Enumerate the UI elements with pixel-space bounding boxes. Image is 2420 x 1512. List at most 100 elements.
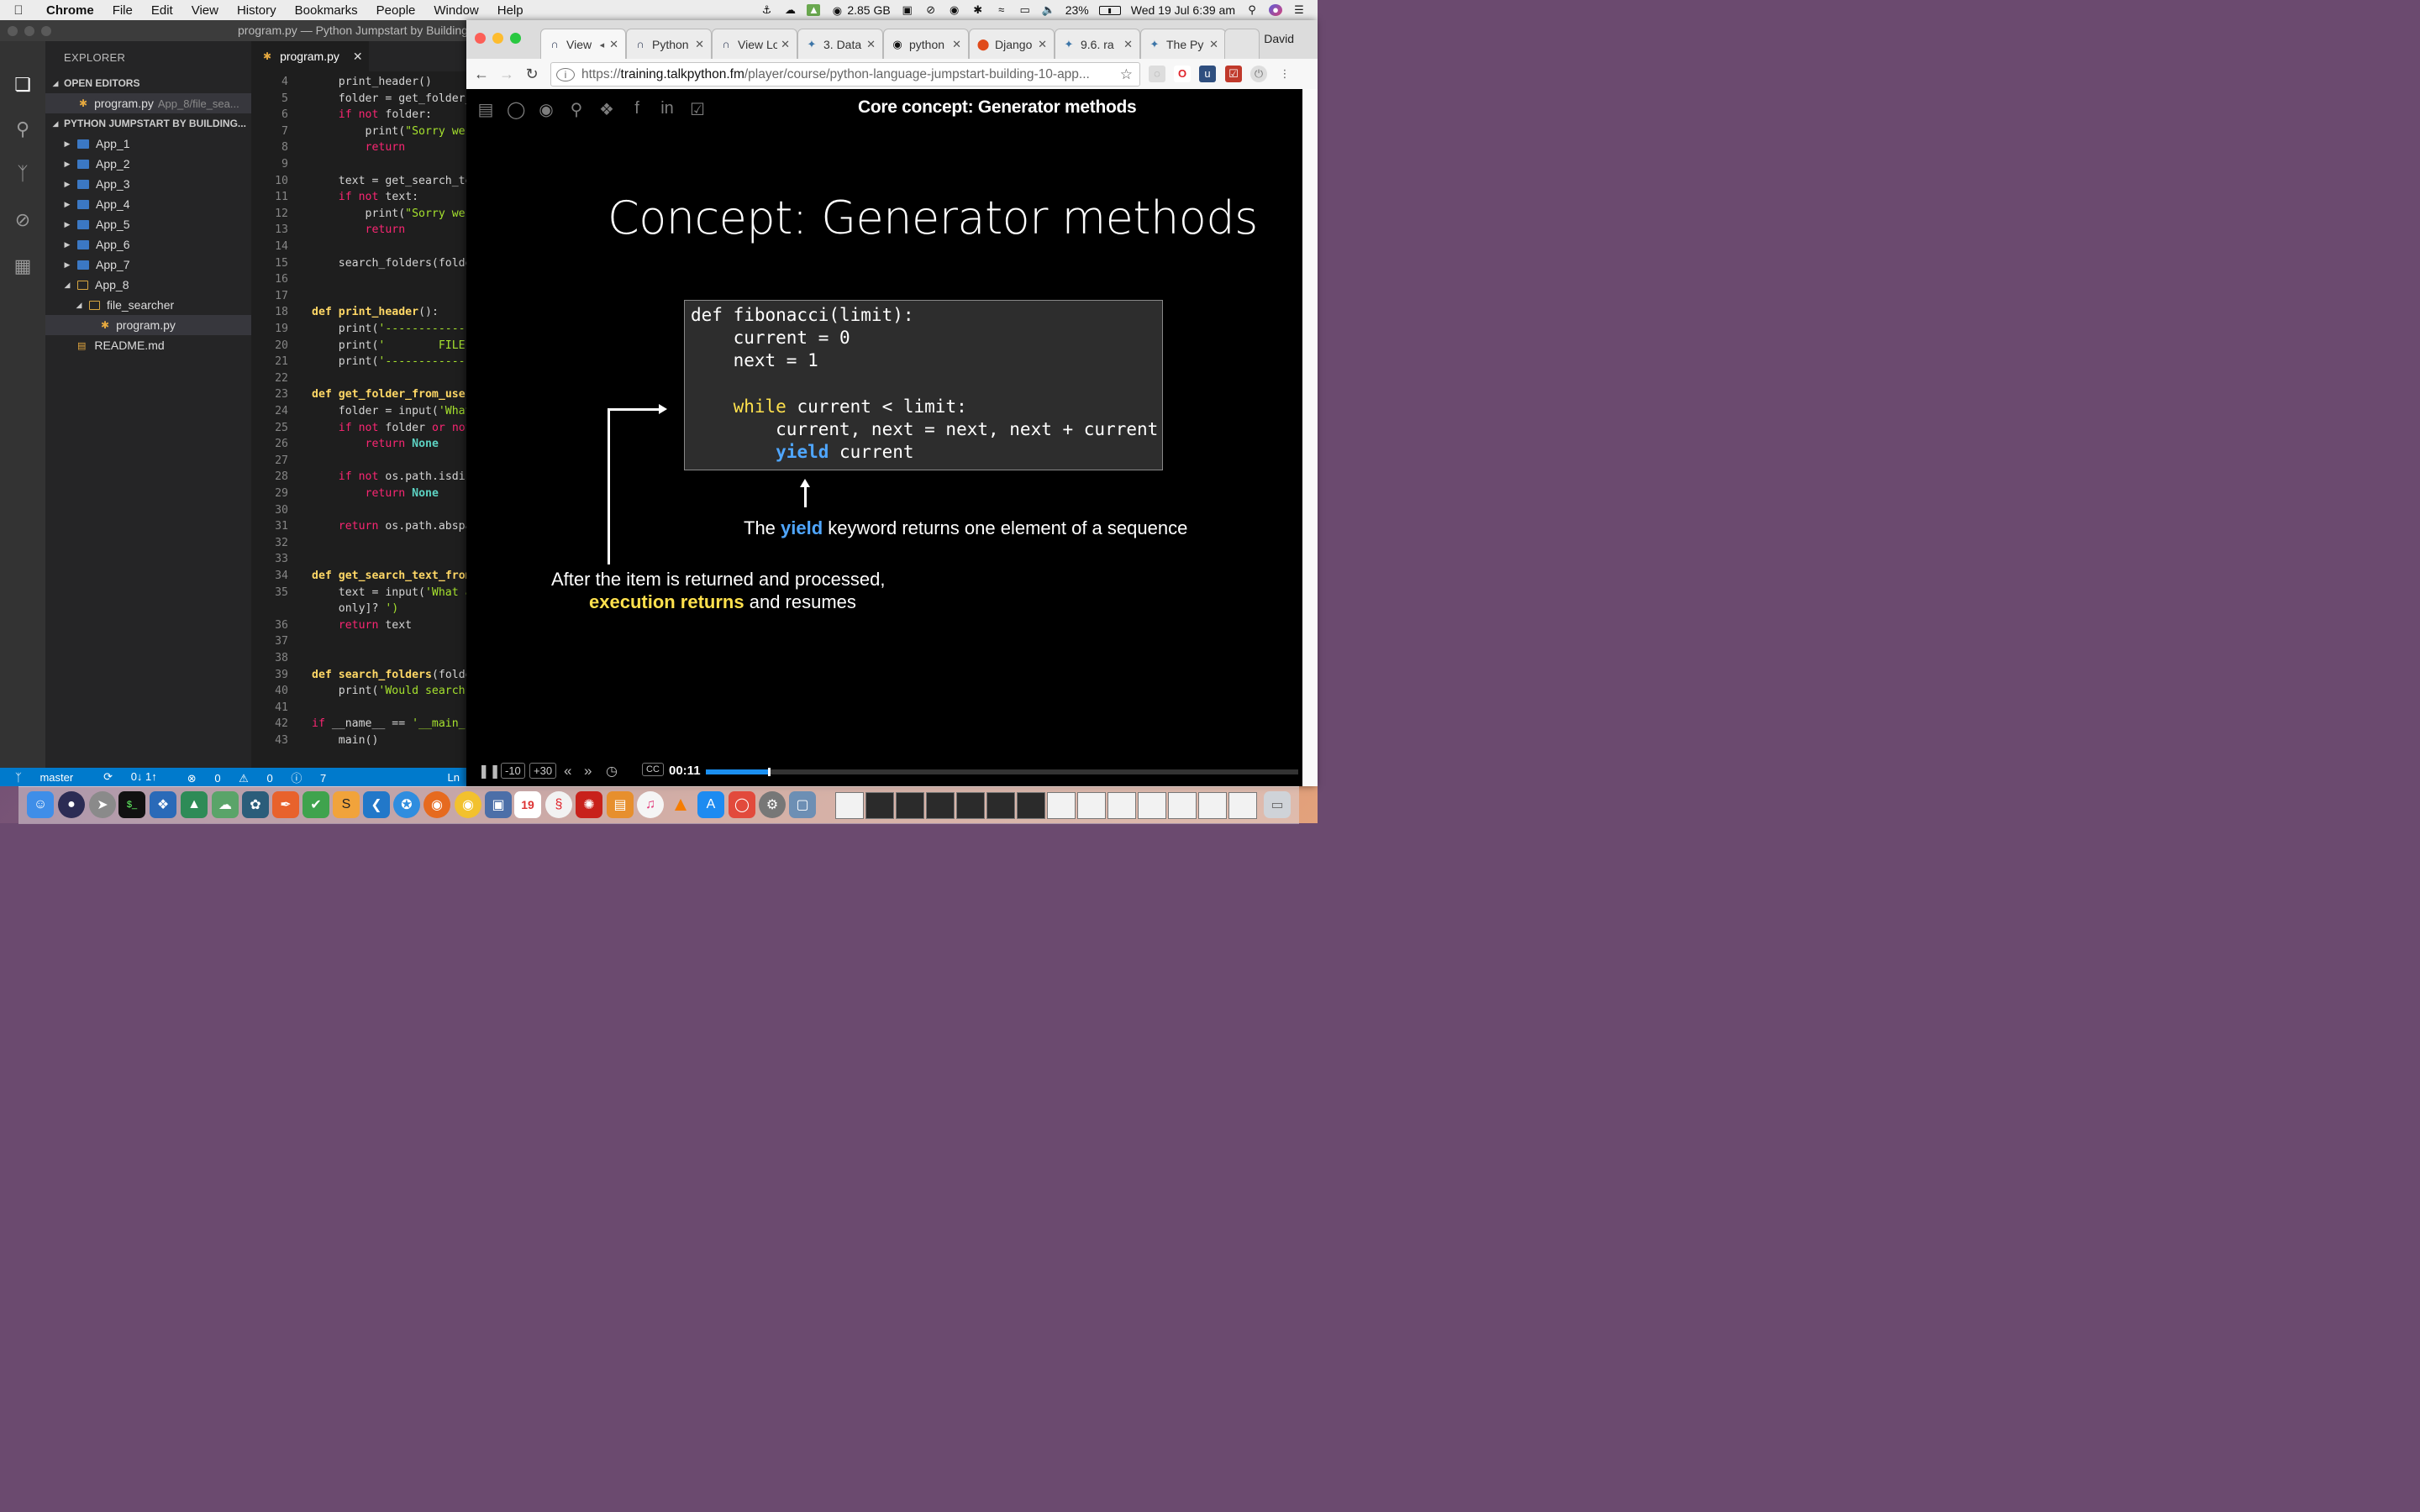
apple-menu-icon[interactable]:  [0, 3, 37, 18]
power-icon[interactable]: ⏻ [1250, 66, 1267, 82]
battery-percentage[interactable]: 23% [1065, 3, 1089, 17]
linkedin-icon[interactable]: in [658, 99, 676, 120]
browser-tab[interactable]: ⬤ Django ✕ [969, 29, 1055, 60]
back-arrow-icon[interactable]: ← [471, 64, 492, 84]
cloud-icon[interactable]: ☁ [783, 4, 797, 16]
minimized-window-thumb[interactable] [1077, 792, 1106, 819]
video-player[interactable]: ▤ ◯ ◉ ⚲ ❖ f in ☑ Core concept: Generator… [466, 89, 1302, 786]
audio-playing-icon[interactable]: ◂ [600, 39, 605, 50]
minimized-window-thumb[interactable] [926, 792, 955, 819]
launchpad-icon[interactable]: ➤ [89, 791, 116, 818]
search-icon[interactable]: ⚲ [567, 99, 586, 120]
twitter-icon[interactable]: ❖ [597, 99, 616, 120]
chat-icon[interactable]: ◯ [507, 99, 525, 120]
reload-icon[interactable]: ↻ [522, 64, 542, 84]
close-tab-icon[interactable]: ✕ [695, 38, 704, 51]
minimized-window-thumb[interactable] [896, 792, 924, 819]
file-program-py[interactable]: ✱ program.py [45, 315, 251, 335]
shield-icon[interactable]: ▣ [901, 4, 914, 16]
screenshot-app-icon[interactable]: ▢ [789, 791, 816, 818]
new-tab-button[interactable] [1224, 29, 1260, 60]
memory-monitor[interactable]: ◉ 2.85 GB [830, 3, 891, 17]
folder-app-3[interactable]: ▶ App_3 [45, 174, 251, 194]
cursor-position[interactable]: Ln [440, 771, 467, 784]
menu-history[interactable]: History [228, 3, 286, 18]
menu-view[interactable]: View [182, 3, 228, 18]
close-tab-icon[interactable]: ✕ [952, 38, 961, 51]
opera-icon[interactable]: O [1174, 66, 1191, 82]
pen-app-icon[interactable]: ✒ [272, 791, 299, 818]
minimize-window-button[interactable] [24, 25, 34, 36]
scrivener-icon[interactable]: § [545, 791, 572, 818]
close-window-button[interactable] [475, 33, 486, 44]
browser-tab[interactable]: ∩ View ◂ ✕ [540, 29, 626, 60]
messages-icon[interactable]: ☁ [212, 791, 239, 818]
github-icon[interactable]: ◉ [537, 99, 555, 120]
menubar-clock[interactable]: Wed 19 Jul 6:39 am [1131, 3, 1235, 17]
folder-app-5[interactable]: ▶ App_5 [45, 214, 251, 234]
folder-app-4[interactable]: ▶ App_4 [45, 194, 251, 214]
system-preferences-icon[interactable]: ⚙ [759, 791, 786, 818]
close-tab-icon[interactable]: ✕ [1209, 38, 1218, 51]
close-tab-icon[interactable]: ✕ [353, 50, 363, 64]
progress-handle[interactable] [767, 768, 771, 776]
zoom-window-button[interactable] [41, 25, 51, 36]
browser-tab[interactable]: ∩ View Lo ✕ [712, 29, 797, 60]
folder-app-2[interactable]: ▶ App_2 [45, 154, 251, 174]
preview-icon[interactable]: ▣ [485, 791, 512, 818]
folder-file-searcher[interactable]: ◢ file_searcher [45, 295, 251, 315]
facebook-icon[interactable]: f [628, 99, 646, 120]
git-branch[interactable]: ᛉ master [0, 771, 88, 784]
code-editor[interactable]: 4 print_header() 5 folder = get_folder_ 6 … [251, 71, 467, 768]
calendar-icon[interactable]: 19 [514, 791, 541, 818]
minimized-window-thumb[interactable] [1047, 792, 1076, 819]
bookmark-star-icon[interactable]: ☆ [1120, 66, 1133, 83]
forward-button[interactable]: +30 [529, 763, 557, 779]
siri-icon[interactable]: ● [1269, 4, 1282, 16]
close-tab-icon[interactable]: ✕ [781, 38, 790, 51]
menu-help[interactable]: Help [488, 3, 533, 18]
problems-summary[interactable]: ⊗ 0 ⚠ 0 ⓘ 7 [172, 769, 341, 785]
todoist-icon[interactable]: ☑ [1225, 66, 1242, 82]
open-editor-item[interactable]: ✱ program.py App_8/file_sea... [45, 93, 251, 113]
minimized-window-thumb[interactable] [1107, 792, 1136, 819]
wifi-icon[interactable]: ≈ [995, 4, 1008, 16]
folder-app-6[interactable]: ▶ App_6 [45, 234, 251, 255]
docker-icon[interactable]: ⚓ [760, 4, 773, 16]
minimized-window-thumb[interactable] [1228, 792, 1257, 819]
close-tab-icon[interactable]: ✕ [866, 38, 876, 51]
close-tab-icon[interactable]: ✕ [609, 38, 618, 51]
menu-edit[interactable]: Edit [142, 3, 182, 18]
minimized-window-thumb[interactable] [956, 792, 985, 819]
menu-bookmarks[interactable]: Bookmarks [286, 3, 367, 18]
browser-tab[interactable]: ✦ 9.6. ra ✕ [1055, 29, 1140, 60]
ibooks-icon[interactable]: ▤ [607, 791, 634, 818]
menu-window[interactable]: Window [424, 3, 487, 18]
reminder-app-icon[interactable]: ◯ [729, 791, 755, 818]
browser-tab[interactable]: ✦ 3. Data ✕ [797, 29, 883, 60]
search-icon[interactable]: ⚲ [0, 113, 45, 146]
progress-bar[interactable] [706, 768, 1298, 776]
volume-icon[interactable]: 🔈 [1042, 4, 1055, 16]
rewind-button[interactable]: -10 [501, 763, 525, 779]
mysql-workbench-icon[interactable]: ❖ [150, 791, 176, 818]
close-window-button[interactable] [8, 25, 18, 36]
next-icon[interactable]: » [584, 763, 592, 780]
forward-arrow-icon[interactable]: → [497, 64, 517, 84]
vlc-icon[interactable]: ▲ [667, 791, 694, 818]
minimized-window-thumb[interactable] [986, 792, 1015, 819]
minimized-window-thumb[interactable] [835, 792, 864, 819]
finder-icon[interactable]: ☺ [27, 791, 54, 818]
vscode-icon[interactable]: ❮ [363, 791, 390, 818]
close-tab-icon[interactable]: ✕ [1123, 38, 1133, 51]
folder-app-1[interactable]: ▶ App_1 [45, 134, 251, 154]
menu-app-name[interactable]: Chrome [37, 3, 103, 18]
chrome-icon[interactable]: ◉ [455, 791, 481, 818]
menu-people[interactable]: People [367, 3, 425, 18]
eye-icon[interactable]: ◉ [948, 4, 961, 16]
editor-tab-program-py[interactable]: ✱ program.py ✕ [251, 41, 369, 71]
pause-icon[interactable]: ❚❚ [478, 763, 501, 780]
minimized-window-thumb[interactable] [1017, 792, 1045, 819]
trash-icon[interactable]: ▭ [1264, 791, 1291, 818]
book-icon[interactable]: ▤ [476, 99, 495, 120]
